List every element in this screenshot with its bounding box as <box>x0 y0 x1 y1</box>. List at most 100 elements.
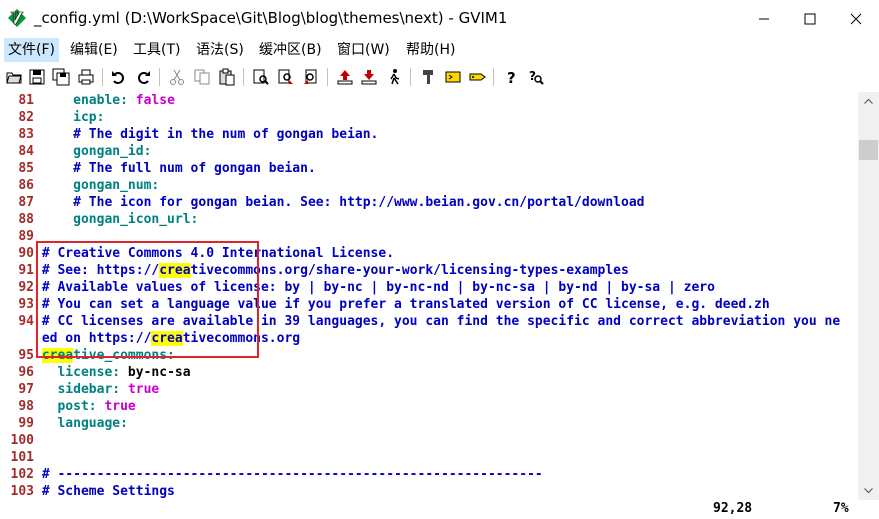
help-button[interactable]: ? <box>500 66 522 88</box>
editor-line[interactable]: 83 # The digit in the num of gongan beia… <box>0 126 378 143</box>
open-icon <box>6 72 22 84</box>
code-token: enable: <box>73 93 128 108</box>
line-text: # Available values of license: by | by-n… <box>42 280 715 295</box>
editor-line[interactable]: 101 <box>0 449 42 466</box>
maximize-button[interactable] <box>787 0 833 38</box>
code-token: true <box>104 399 136 414</box>
vertical-scrollbar[interactable] <box>858 92 879 500</box>
code-token: # Available values of license: by | by-n… <box>41 280 715 295</box>
window-title: _config.yml (D:\WorkSpace\Git\Blog\blog\… <box>34 9 508 27</box>
shell-button[interactable] <box>442 66 464 88</box>
line-text: language: <box>42 416 127 431</box>
line-text: # You can set a language value if you pr… <box>42 297 770 312</box>
load-session-button[interactable] <box>334 66 356 88</box>
menu-syntax[interactable]: 语法(S) <box>192 38 248 62</box>
minimize-icon <box>759 18 769 20</box>
editor-line[interactable]: 102 # ----------------------------------… <box>0 466 543 483</box>
line-text: post: true <box>42 399 136 414</box>
editor-line[interactable]: 99 language: <box>0 415 128 432</box>
vim-logo-icon <box>8 9 26 27</box>
paste-button[interactable] <box>216 66 238 88</box>
save-all-button[interactable] <box>50 66 72 88</box>
menu-buffers[interactable]: 缓冲区(B) <box>255 38 326 62</box>
find-next-button[interactable] <box>275 66 297 88</box>
close-button[interactable] <box>833 0 879 38</box>
toolbar-separator <box>243 68 244 86</box>
editor-line[interactable]: 100 <box>0 432 42 449</box>
open-button[interactable] <box>3 66 25 88</box>
code-token: post: <box>57 399 97 414</box>
help-icon: ? <box>507 69 516 86</box>
chevron-up-icon <box>864 98 873 104</box>
editor-line[interactable]: 92 # Available values of license: by | b… <box>0 279 715 296</box>
redo-button[interactable] <box>132 66 154 88</box>
menu-edit[interactable]: 编辑(E) <box>66 38 122 62</box>
code-token: tive_commons: <box>73 348 175 363</box>
menu-window[interactable]: 窗口(W) <box>333 38 394 62</box>
code-token: crea <box>41 348 74 363</box>
load-session-icon <box>337 70 353 85</box>
code-token: # Creative Commons 4.0 International Lic… <box>41 246 395 261</box>
code-token: ed on https:// <box>41 331 152 346</box>
copy-button[interactable] <box>191 66 213 88</box>
editor-line[interactable]: 95 creative_commons: <box>0 347 175 364</box>
menu-tools[interactable]: 工具(T) <box>129 38 184 62</box>
editor-line[interactable]: 96 license: by-nc-sa <box>0 364 190 381</box>
editor-line[interactable]: 103 # Scheme Settings <box>0 483 175 500</box>
scroll-up-arrow[interactable] <box>858 92 879 110</box>
line-text: # The icon for gongan beian. See: http:/… <box>42 195 644 210</box>
editor-line[interactable]: 81 enable: false <box>0 92 175 109</box>
print-button[interactable] <box>75 66 97 88</box>
editor-line[interactable]: 88 gongan_icon_url: <box>0 211 198 228</box>
save-button[interactable] <box>26 66 48 88</box>
editor-line[interactable]: 98 post: true <box>0 398 136 415</box>
line-text: gongan_icon_url: <box>42 212 198 227</box>
editor-line[interactable]: ed on https://creativecommons.org <box>0 330 300 347</box>
code-token: # See: https:// <box>41 263 160 278</box>
save-session-button[interactable] <box>358 66 380 88</box>
code-token: crea <box>151 331 183 346</box>
undo-icon <box>112 71 124 84</box>
editor-line[interactable]: 85 # The full num of gongan beian. <box>0 160 315 177</box>
line-text: # Creative Commons 4.0 International Lic… <box>42 246 394 261</box>
make-button[interactable] <box>417 66 439 88</box>
editor-line[interactable]: 87 # The icon for gongan beian. See: htt… <box>0 194 644 211</box>
scroll-thumb[interactable] <box>859 140 878 160</box>
editor-line[interactable]: 89 <box>0 228 42 245</box>
editor-line[interactable]: 94 # CC licenses are available in 39 lan… <box>0 313 840 330</box>
menu-file[interactable]: 文件(F) <box>4 38 59 62</box>
line-number: 101 <box>10 450 34 465</box>
status-line: 92,28 7% <box>0 500 858 519</box>
editor-line[interactable]: 82 icp: <box>0 109 104 126</box>
text-editor[interactable]: 81 enable: false 82 icp: 83 # The digit in… <box>0 92 858 500</box>
toolbar-separator <box>493 68 494 86</box>
run-script-button[interactable] <box>383 66 405 88</box>
run-script-icon <box>390 69 400 85</box>
editor-line[interactable]: 86 gongan_num: <box>0 177 159 194</box>
menu-help[interactable]: 帮助(H) <box>402 38 459 62</box>
find-help-button[interactable]: ? <box>525 66 547 88</box>
find-replace-button[interactable] <box>250 66 272 88</box>
cut-button[interactable] <box>166 66 188 88</box>
editor-line[interactable]: 90 # Creative Commons 4.0 International … <box>0 245 394 262</box>
scroll-down-arrow[interactable] <box>858 482 879 500</box>
undo-button[interactable] <box>108 66 130 88</box>
editor-line[interactable]: 91 # See: https://creativecommons.org/sh… <box>0 262 629 279</box>
find-prev-button[interactable] <box>300 66 322 88</box>
line-number: 98 <box>18 399 34 414</box>
find-prev-icon <box>304 69 317 84</box>
code-token: tivecommons.org/share-your-work/licensin… <box>190 263 629 278</box>
ctags-button[interactable] <box>466 66 488 88</box>
print-icon <box>78 69 94 85</box>
minimize-button[interactable] <box>741 0 787 38</box>
editor-line[interactable]: 84 gongan_id: <box>0 143 151 160</box>
editor-line[interactable]: 97 sidebar: true <box>0 381 159 398</box>
shell-icon <box>445 71 461 83</box>
editor-line[interactable]: 93 # You can set a language value if you… <box>0 296 770 313</box>
